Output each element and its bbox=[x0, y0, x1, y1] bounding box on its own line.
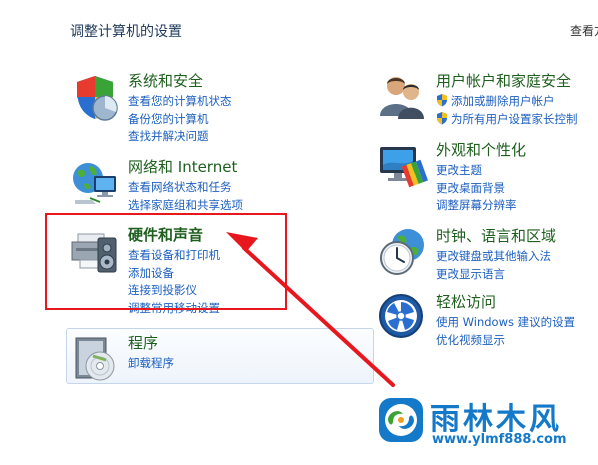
watermark: 雨林木风 www.ylmf888.com bbox=[372, 392, 592, 458]
watermark-logo-icon bbox=[379, 398, 423, 442]
watermark-url: www.ylmf888.com bbox=[432, 432, 567, 447]
